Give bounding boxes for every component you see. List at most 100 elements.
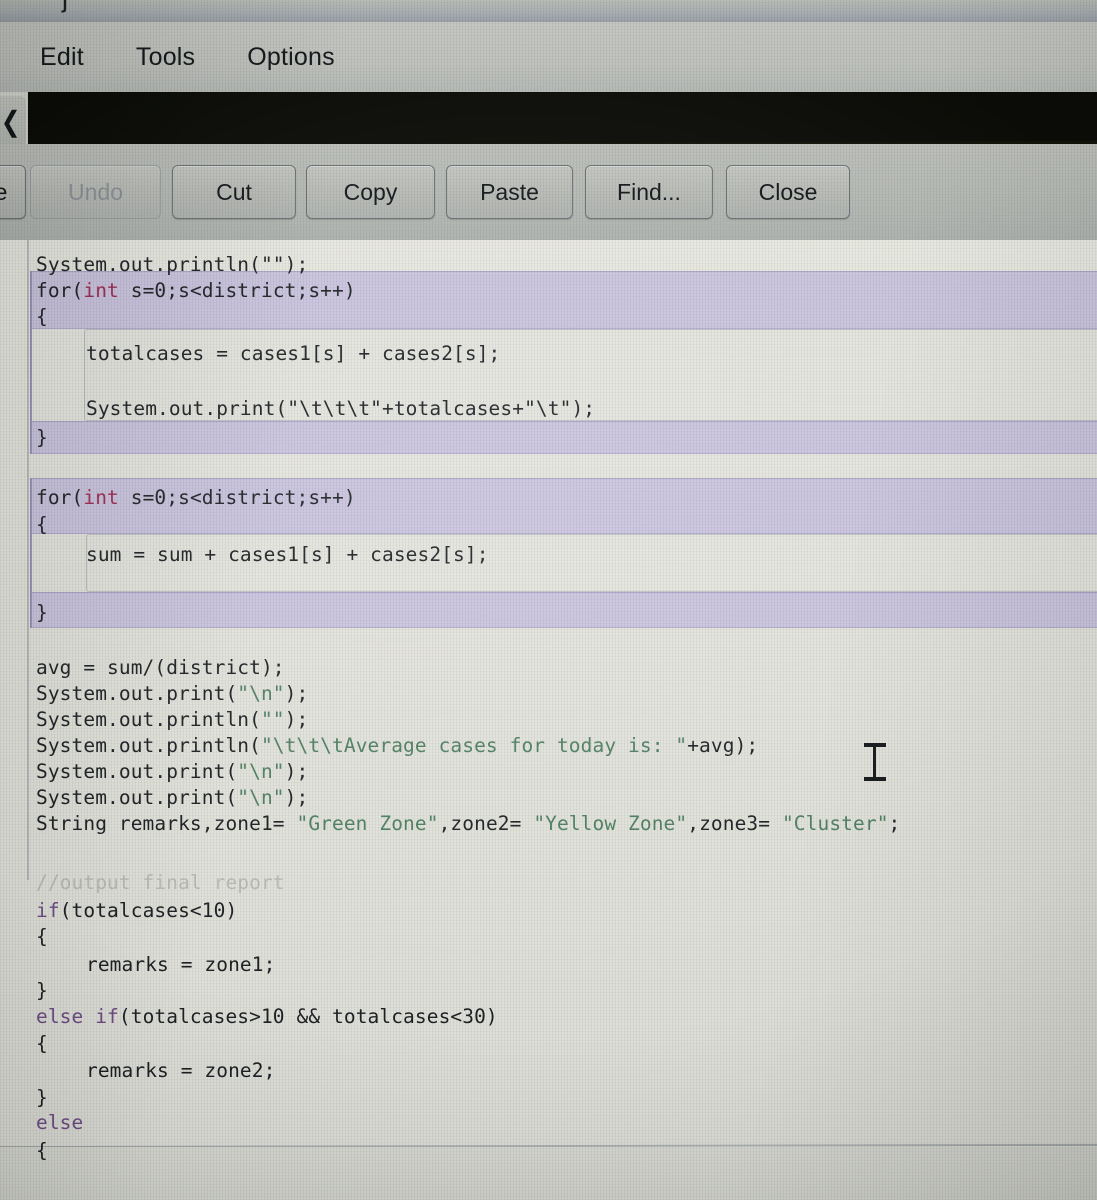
code-token: totalcases = cases1[s] + cases2[s]; (86, 342, 501, 365)
code-line: System.out.println(""); (36, 252, 308, 279)
find-button-label: Find... (617, 178, 681, 205)
code-token-str: "Cluster" (781, 812, 889, 835)
undo-button[interactable]: Undo (30, 165, 161, 219)
code-line: avg = sum/(district); (36, 655, 285, 682)
code-token-str: "" (260, 708, 285, 731)
partial-glyph: j (62, 0, 68, 14)
menu-item-edit[interactable]: Edit (40, 43, 84, 72)
code-token: ,zone3= (687, 812, 782, 835)
text-cursor-ibeam (862, 742, 888, 782)
code-token: (totalcases>10 && totalcases<30) (118, 1005, 498, 1028)
selection-left-rail (30, 271, 32, 454)
code-line: { (36, 512, 48, 539)
code-token-kw-type: int (83, 486, 119, 509)
code-token: s=0;s<district;s++) (118, 279, 356, 302)
code-token: +avg); (687, 734, 759, 757)
code-token: { (36, 513, 48, 536)
code-token: { (36, 1032, 48, 1055)
menu-item-options[interactable]: Options (247, 43, 335, 72)
code-token-str: "Green Zone" (296, 812, 439, 835)
code-token: ); (284, 786, 309, 809)
code-token: { (36, 305, 48, 328)
code-line: sum = sum + cases1[s] + cases2[s]; (86, 542, 489, 569)
code-token: } (36, 979, 48, 1002)
find-button[interactable]: Find... (585, 165, 713, 219)
selection-band (30, 421, 1097, 454)
code-token: } (36, 601, 48, 624)
code-token: } (36, 426, 48, 449)
empty-black-panel (28, 92, 1097, 144)
code-line: } (36, 425, 48, 452)
code-token: avg = sum/(district); (36, 656, 285, 679)
code-token-str: "\n" (237, 786, 285, 809)
code-token: ,zone2= (438, 812, 534, 835)
code-token: s=0;s<district;s++) (118, 486, 356, 509)
code-line: else (36, 1110, 83, 1137)
code-line: System.out.print("\t\t\t"+totalcases+"\t… (86, 396, 595, 423)
copy-button[interactable]: Copy (306, 165, 435, 219)
code-line: else if(totalcases>10 && totalcases<30) (36, 1004, 498, 1031)
code-token: remarks = zone1; (86, 953, 276, 976)
code-line: System.out.println(""); (36, 707, 308, 734)
code-token: sum = sum + cases1[s] + cases2[s]; (86, 543, 489, 566)
close-button-label: Close (758, 178, 818, 205)
code-line: { (36, 304, 48, 331)
code-token: remarks = zone2; (86, 1059, 276, 1082)
code-line: { (36, 1138, 48, 1165)
editor-bottom-padding (0, 1147, 1097, 1200)
code-token: ); (284, 760, 309, 783)
cut-button[interactable]: Cut (172, 165, 296, 219)
undo-button-label: Undo (68, 178, 123, 205)
code-token-kw-ctrl: else if (36, 1005, 119, 1028)
selection-band (32, 592, 1097, 628)
code-line: } (36, 600, 48, 627)
code-line: totalcases = cases1[s] + cases2[s]; (86, 341, 500, 368)
close-button[interactable]: Close (726, 165, 850, 219)
menu-item-tools[interactable]: Tools (136, 43, 195, 72)
code-line: if(totalcases<10) (36, 898, 237, 925)
code-token: System.out.print( (36, 786, 238, 809)
code-line: System.out.print("\n"); (36, 681, 308, 708)
chevron-left-icon: ❮ (0, 106, 21, 137)
code-token-kw-ctrl: if (36, 899, 60, 922)
code-token: System.out.println( (36, 708, 261, 731)
code-token: { (36, 1139, 48, 1162)
code-editor-area[interactable]: System.out.println(""); for(int s=0;s<dis… (0, 240, 1097, 1200)
window-top-sliver: j (0, 0, 1097, 22)
code-token: System.out.println( (36, 734, 261, 757)
code-line: System.out.print("\n"); (36, 759, 308, 786)
code-token-str: "\t\t\tAverage cases for today is: " (260, 734, 688, 757)
code-token: System.out.print( (36, 760, 238, 783)
code-token: (totalcases<10) (59, 899, 238, 922)
paste-button[interactable]: Paste (446, 165, 573, 219)
back-navigation-tab[interactable]: ❮ (0, 96, 26, 148)
code-line: for(int s=0;s<district;s++) (36, 485, 356, 512)
code-token-cmt: //output final report (36, 871, 285, 894)
code-token-kw-type: int (83, 279, 119, 302)
editor-toolbar: e Undo Cut Copy Paste Find... Close (0, 144, 1097, 240)
partial-offscreen-button-label: e (0, 178, 8, 205)
code-token-str: "\n" (237, 682, 285, 705)
code-token-kw-ctrl: else (36, 1111, 84, 1134)
paste-button-label: Paste (480, 178, 539, 205)
partial-offscreen-button[interactable]: e (0, 165, 26, 219)
code-token: ; (888, 812, 901, 835)
code-token: for( (36, 486, 84, 509)
code-line: } (36, 978, 48, 1005)
code-line: //output final report (36, 870, 285, 897)
editor-left-margin-rule (27, 240, 29, 880)
code-token: } (36, 1086, 48, 1109)
code-token: System.out.print("\t\t\t"+totalcases+"\t… (86, 397, 596, 420)
code-token: System.out.println(""); (36, 253, 309, 276)
code-token: { (36, 925, 48, 948)
code-line: for(int s=0;s<district;s++) (36, 278, 356, 305)
code-line: System.out.print("\n"); (36, 785, 308, 812)
code-token: for( (36, 279, 84, 302)
code-line: String remarks,zone1= "Green Zone",zone2… (36, 811, 900, 838)
code-token-str: "Yellow Zone" (533, 812, 688, 835)
code-line: remarks = zone1; (86, 952, 275, 979)
code-line: { (36, 1031, 48, 1058)
code-line: System.out.println("\t\t\tAverage cases … (36, 733, 758, 760)
laptop-screen-photo: j Edit Tools Options ❮ e Undo Cut Copy P… (0, 0, 1097, 1200)
code-token: ); (284, 682, 309, 705)
